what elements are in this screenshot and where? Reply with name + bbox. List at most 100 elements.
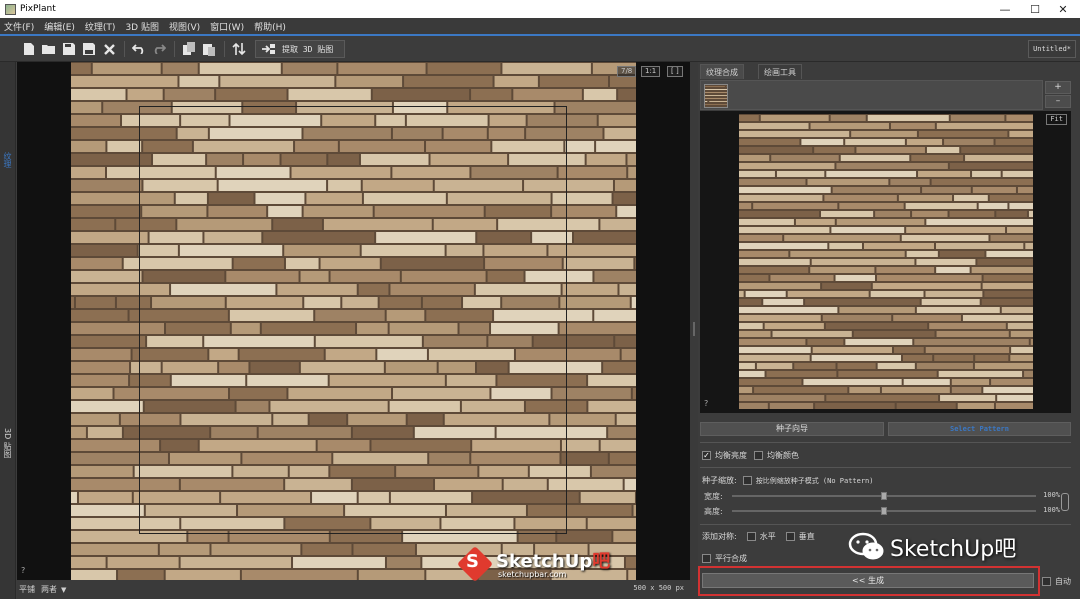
menu-file[interactable]: 文件(F) — [4, 20, 34, 33]
seed-thumbnail[interactable] — [704, 84, 728, 108]
stone-brick — [815, 403, 895, 409]
stone-brick — [71, 362, 130, 373]
stone-brick — [87, 427, 122, 438]
seed-wizard-button[interactable]: 种子向导 — [700, 422, 884, 436]
open-icon[interactable] — [40, 40, 58, 58]
stone-brick — [936, 267, 970, 273]
stone-brick — [574, 232, 636, 243]
menu-edit[interactable]: 编辑(E) — [44, 20, 75, 33]
tab-paint-tools[interactable]: 绘画工具 — [758, 64, 802, 79]
balance-color-option[interactable]: 均衡颜色 — [754, 450, 799, 461]
copy-icon[interactable] — [180, 40, 198, 58]
close-window-button[interactable]: ✕ — [1046, 0, 1080, 18]
zoom-fit-button[interactable]: 7/8 — [617, 66, 637, 77]
vertical-symmetry-checkbox[interactable] — [785, 532, 795, 541]
stone-brick — [849, 387, 880, 393]
extract-3d-maps-button[interactable]: 提取 3D 贴图 — [255, 40, 345, 58]
auto-generate-checkbox[interactable] — [1042, 577, 1051, 586]
preview-fit-button[interactable]: Fit — [1046, 114, 1067, 125]
new-icon[interactable] — [20, 40, 38, 58]
menu-help[interactable]: 帮助(H) — [254, 20, 286, 33]
select-pattern-button[interactable]: Select Pattern — [888, 422, 1071, 436]
stone-brick — [1010, 355, 1033, 361]
stone-brick — [739, 331, 771, 337]
stone-brick — [950, 115, 1005, 121]
add-seed-button[interactable]: + — [1045, 81, 1071, 94]
parallel-synthesis-checkbox[interactable] — [702, 554, 711, 563]
side-tab-3d-map[interactable]: 3D 贴图 — [2, 428, 13, 458]
stone-brick — [981, 299, 1033, 305]
panel-splitter[interactable] — [690, 62, 698, 599]
proportional-mode-checkbox[interactable] — [742, 476, 752, 485]
stone-brick — [179, 76, 219, 87]
stone-brick — [560, 297, 630, 308]
stone-brick — [1017, 187, 1033, 193]
stone-brick — [71, 505, 144, 516]
stone-brick — [739, 179, 806, 185]
height-slider-handle[interactable] — [881, 507, 887, 515]
stone-brick — [594, 310, 636, 321]
stone-brick — [990, 235, 1033, 241]
auto-generate-option[interactable]: 自动 — [1042, 576, 1071, 587]
texture-canvas[interactable]: 7/8 1:1 [ ] ? — [17, 62, 690, 580]
stone-brick — [739, 139, 800, 145]
remove-seed-button[interactable]: – — [1045, 95, 1071, 108]
generate-button[interactable]: << 生成 — [702, 573, 1034, 588]
horizontal-symmetry-checkbox[interactable] — [746, 532, 756, 541]
stone-brick — [811, 355, 901, 361]
stone-brick — [613, 531, 636, 542]
stone-brick — [810, 267, 875, 273]
stone-brick — [386, 557, 421, 568]
width-slider-handle[interactable] — [881, 492, 887, 500]
stone-brick — [936, 243, 1024, 249]
height-slider-track[interactable] — [732, 507, 1036, 515]
width-slider-track[interactable] — [732, 492, 1036, 500]
save-as-icon[interactable] — [80, 40, 98, 58]
tiling-mode-select[interactable]: 两者 ▼ — [41, 584, 66, 595]
divider — [700, 467, 1071, 468]
link-ratio-icon[interactable] — [1061, 493, 1069, 511]
redo-icon[interactable] — [150, 40, 168, 58]
stone-brick — [872, 283, 981, 289]
document-name[interactable]: Untitled* — [1028, 40, 1076, 58]
height-label: 高度: — [704, 507, 723, 516]
balance-color-checkbox[interactable] — [754, 451, 763, 460]
tab-texture-synthesis[interactable]: 纹理合成 — [700, 64, 744, 79]
menu-window[interactable]: 窗口(W) — [210, 20, 244, 33]
stone-brick — [71, 375, 129, 386]
balance-brightness-checkbox[interactable]: ✓ — [702, 451, 711, 460]
menu-texture[interactable]: 纹理(T) — [85, 20, 116, 33]
divider — [700, 442, 1071, 443]
save-icon[interactable] — [60, 40, 78, 58]
stone-brick — [906, 227, 1006, 233]
balance-brightness-option[interactable]: ✓ 均衡亮度 — [702, 450, 747, 461]
stone-brick — [621, 349, 636, 360]
stone-brick — [71, 427, 86, 438]
stone-brick — [739, 115, 759, 121]
minimize-button[interactable]: — — [988, 0, 1022, 18]
stone-brick — [216, 89, 287, 100]
flip-icon[interactable] — [230, 40, 248, 58]
close-icon[interactable] — [100, 40, 118, 58]
stone-brick — [821, 211, 874, 217]
paste-icon[interactable] — [200, 40, 218, 58]
zoom-frame-button[interactable]: [ ] — [667, 66, 683, 77]
toolbar-separator — [124, 41, 125, 57]
undo-icon[interactable] — [130, 40, 148, 58]
seed-scale-row: 种子缩放: 按比例缩放种子模式 (No Pattern) — [702, 475, 874, 486]
menu-3d-map[interactable]: 3D 贴图 — [125, 20, 159, 33]
help-icon[interactable]: ? — [21, 566, 25, 575]
stone-brick — [893, 347, 924, 353]
side-tab-texture[interactable]: 纹理 — [2, 152, 13, 168]
result-preview[interactable]: Fit ? — [700, 111, 1071, 413]
seed-selection-frame[interactable] — [139, 106, 567, 534]
stone-brick — [769, 403, 814, 409]
preview-help-icon[interactable]: ? — [704, 399, 708, 408]
stone-brick — [739, 315, 821, 321]
auto-generate-label: 自动 — [1055, 577, 1071, 586]
zoom-1to1-button[interactable]: 1:1 — [641, 66, 661, 77]
menu-view[interactable]: 视图(V) — [169, 20, 200, 33]
parallel-synthesis-option[interactable]: 平行合成 — [702, 553, 747, 564]
stone-brick — [901, 235, 989, 241]
stone-brick — [995, 403, 1033, 409]
